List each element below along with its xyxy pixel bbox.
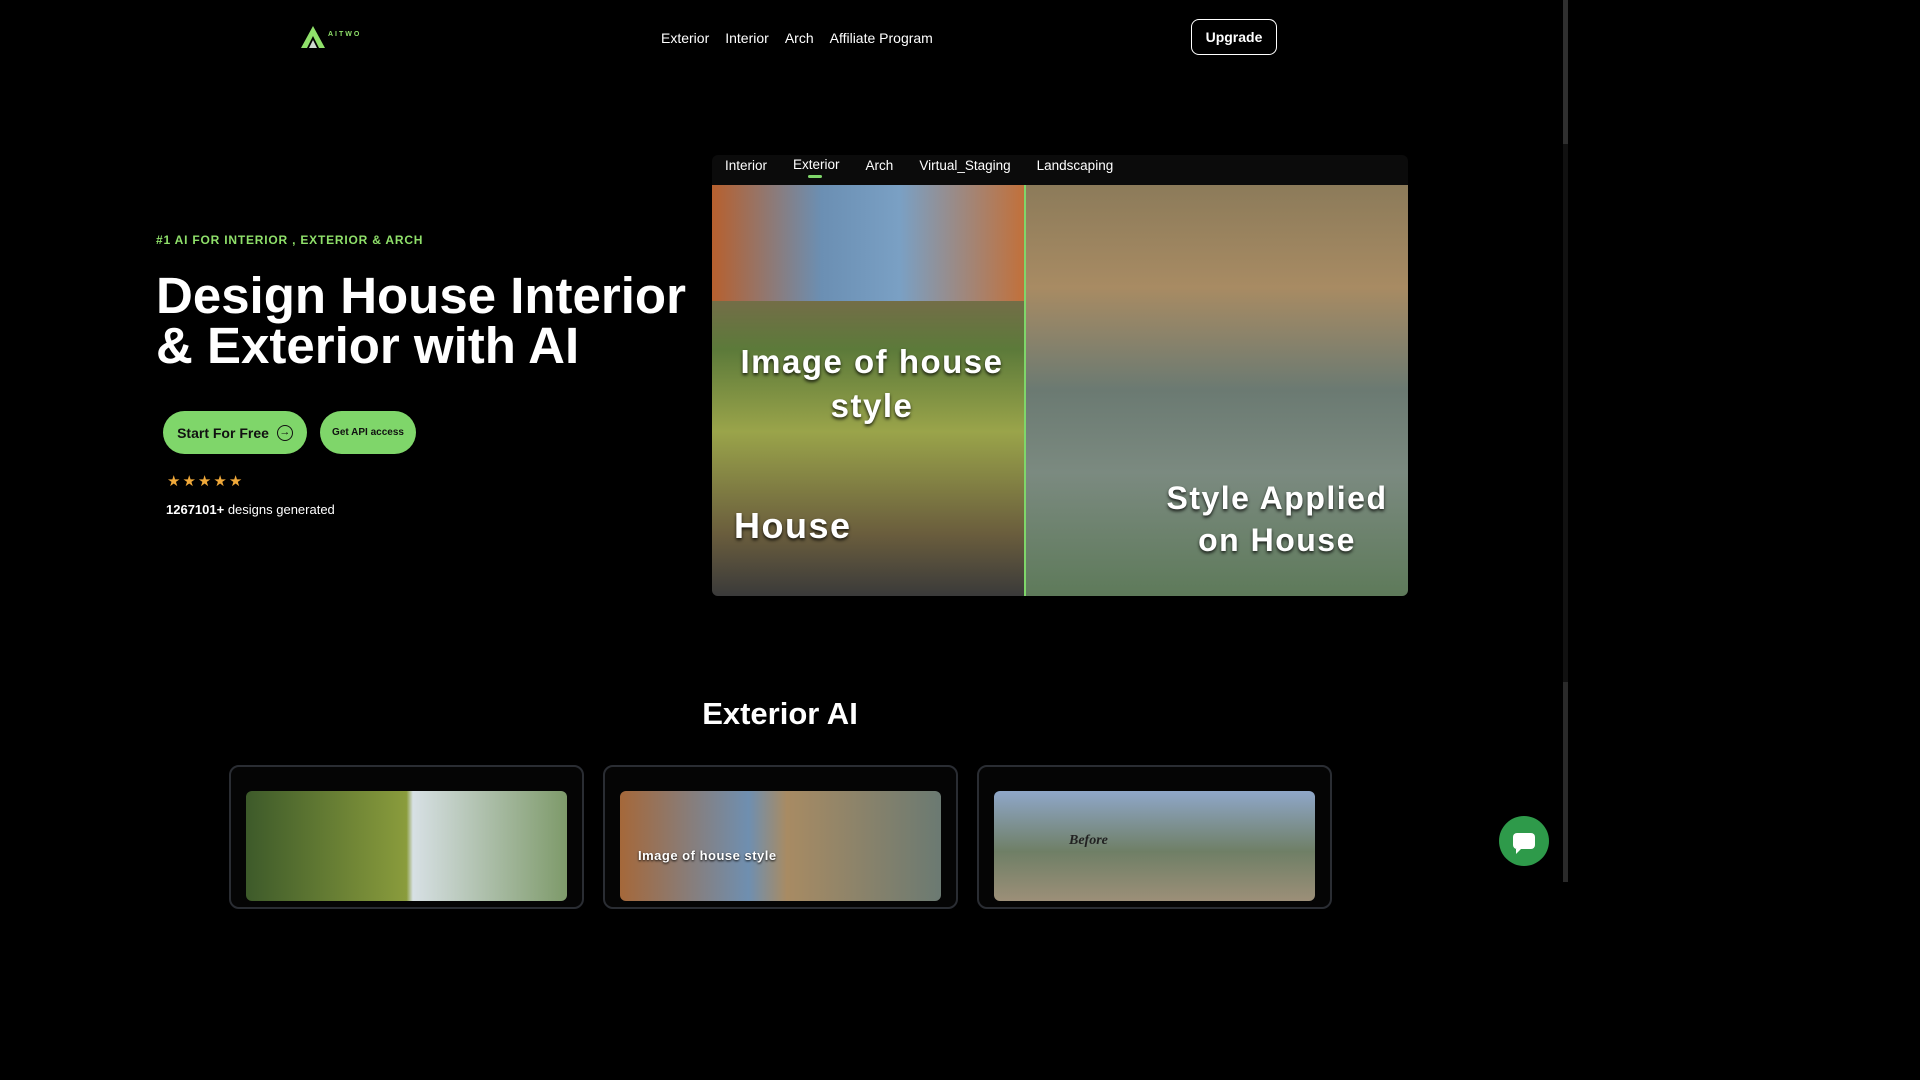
tab-exterior[interactable]: Exterior <box>793 157 840 178</box>
upgrade-button[interactable]: Upgrade <box>1191 19 1277 55</box>
nav-affiliate-program[interactable]: Affiliate Program <box>830 30 933 46</box>
card-image: Image of house style <box>620 791 941 901</box>
star-icon: ★ <box>182 473 196 490</box>
start-for-free-button[interactable]: Start For Free → <box>163 411 307 454</box>
star-icon: ★ <box>167 473 181 490</box>
example-card[interactable] <box>229 765 584 909</box>
logo-icon <box>301 26 325 48</box>
star-icon: ★ <box>213 473 227 490</box>
chat-bubble-icon <box>1513 833 1535 854</box>
example-card[interactable]: Before <box>977 765 1332 909</box>
designs-generated: 1267101+ designs generated <box>166 502 335 517</box>
star-icon: ★ <box>228 473 243 490</box>
tab-landscaping[interactable]: Landscaping <box>1037 158 1114 173</box>
logo[interactable]: AITWO <box>300 25 361 49</box>
hero-kicker: #1 AI FOR INTERIOR , EXTERIOR & ARCH <box>156 233 424 247</box>
scrollbar-thumb[interactable] <box>1563 0 1568 144</box>
rating-stars: ★ ★ ★ ★ ★ <box>167 472 242 490</box>
card-image <box>246 791 567 901</box>
style-reference-image <box>712 185 1025 301</box>
showcase-panel: Interior Exterior Arch Virtual_Staging L… <box>712 155 1408 596</box>
caption-style-applied: Style Applied on House <box>1166 480 1388 558</box>
top-nav: Exterior Interior Arch Affiliate Program <box>661 30 933 46</box>
card-before-label: Before <box>1069 833 1108 848</box>
hero-title: Design House Interior & Exterior with AI <box>156 267 686 374</box>
designs-suffix: designs generated <box>224 502 335 517</box>
tab-arch[interactable]: Arch <box>866 158 894 173</box>
card-caption: Image of house style <box>638 848 777 863</box>
start-for-free-label: Start For Free <box>177 424 269 441</box>
caption-house: House <box>734 505 852 546</box>
section-title: Exterior AI <box>702 696 858 731</box>
tab-interior[interactable]: Interior <box>725 158 767 173</box>
nav-exterior[interactable]: Exterior <box>661 30 709 46</box>
card-image: Before <box>994 791 1315 901</box>
tab-virtual-staging[interactable]: Virtual_Staging <box>919 158 1010 173</box>
scrollbar-thumb-secondary[interactable] <box>1563 682 1568 882</box>
logo-wordmark: AITWO <box>328 31 362 38</box>
star-icon: ★ <box>197 473 212 490</box>
chat-button[interactable] <box>1499 816 1549 866</box>
get-api-access-button[interactable]: Get API access <box>320 411 416 454</box>
nav-arch[interactable]: Arch <box>785 30 814 46</box>
example-card[interactable]: Image of house style <box>603 765 958 909</box>
caption-image-of-house-style: Image of house style <box>740 343 1004 424</box>
before-after-comparison[interactable]: Image of house style House Style Applied… <box>712 185 1408 596</box>
showcase-tabs: Interior Exterior Arch Virtual_Staging L… <box>725 157 1114 178</box>
arrow-right-circle-icon: → <box>276 424 293 441</box>
comparison-slider-handle[interactable] <box>1024 185 1026 596</box>
designs-count: 1267101+ <box>166 502 225 517</box>
nav-interior[interactable]: Interior <box>725 30 769 46</box>
